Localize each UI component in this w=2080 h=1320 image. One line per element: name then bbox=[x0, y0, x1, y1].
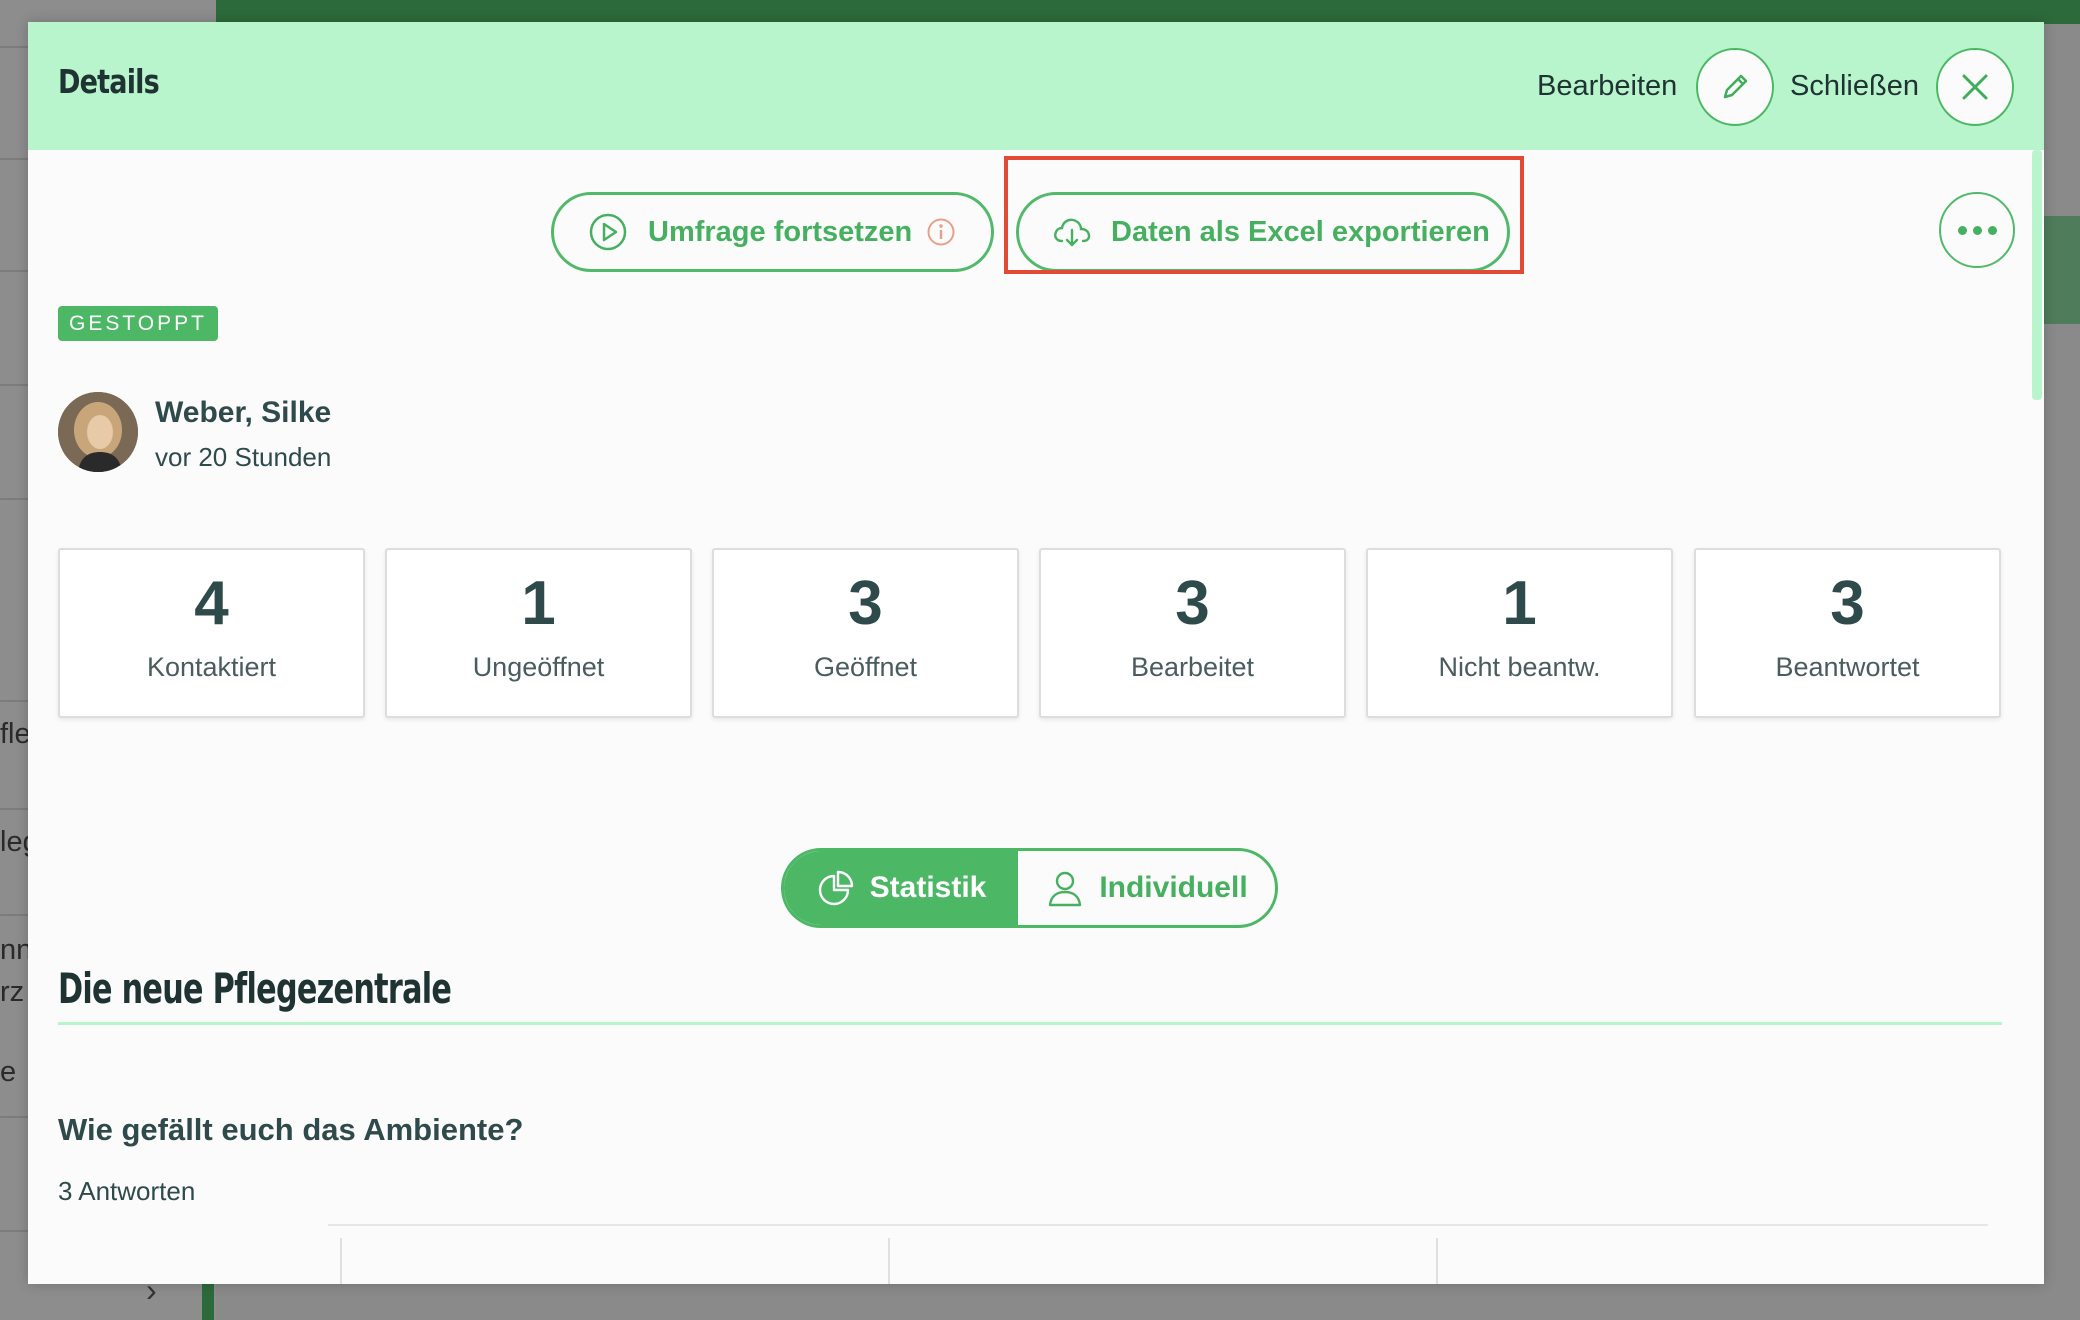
pie-chart-icon bbox=[818, 870, 853, 906]
background-text: fle bbox=[0, 718, 31, 750]
chart-column bbox=[340, 1238, 888, 1284]
user-icon bbox=[1049, 871, 1082, 907]
stat-value: 4 bbox=[194, 569, 229, 638]
background-text: rz bbox=[0, 976, 25, 1008]
stat-card-opened[interactable]: 3 Geöffnet bbox=[712, 548, 1019, 718]
edit-label[interactable]: Bearbeiten bbox=[1537, 70, 1677, 103]
continue-survey-label: Umfrage fortsetzen bbox=[648, 215, 913, 248]
stat-label: Kontaktiert bbox=[146, 652, 277, 682]
tab-individual[interactable]: Individuell bbox=[1018, 851, 1275, 925]
close-icon bbox=[1962, 74, 1988, 100]
modal-header: Details Bearbeiten Schließen bbox=[28, 22, 2044, 150]
stat-value: 3 bbox=[1830, 569, 1865, 638]
pencil-icon bbox=[1723, 74, 1748, 99]
view-toggle: Statistik Individuell bbox=[781, 848, 1278, 928]
more-dots-icon bbox=[1957, 225, 1967, 235]
stat-label: Beantwortet bbox=[1775, 652, 1920, 682]
more-options-button[interactable] bbox=[1939, 192, 2015, 268]
author-name: Weber, Silke bbox=[155, 396, 332, 429]
stat-label: Geöffnet bbox=[813, 652, 918, 682]
background-strip bbox=[202, 1280, 214, 1320]
tab-individual-label: Individuell bbox=[1099, 871, 1248, 904]
stat-card-unopened[interactable]: 1 Ungeöffnet bbox=[385, 548, 692, 718]
background-text: e bbox=[0, 1056, 17, 1088]
chart-column bbox=[888, 1238, 1436, 1284]
play-icon bbox=[588, 212, 628, 252]
chart-column bbox=[1436, 1238, 1984, 1284]
stat-card-answered[interactable]: 3 Beantwortet bbox=[1694, 548, 2001, 718]
stat-card-edited[interactable]: 3 Bearbeitet bbox=[1039, 548, 1346, 718]
author-time: vor 20 Stunden bbox=[155, 442, 332, 472]
highlight-frame bbox=[1004, 156, 1524, 274]
modal-title: Details bbox=[58, 62, 160, 101]
stats-row: 4 Kontaktiert 1 Ungeöffnet 3 Geöffnet 3 … bbox=[58, 548, 2002, 718]
question-title: Wie gefällt euch das Ambiente? bbox=[58, 1112, 524, 1147]
avatar bbox=[58, 392, 138, 472]
status-badge: GESTOPPT bbox=[58, 306, 218, 341]
stat-card-not-answered[interactable]: 1 Nicht beantw. bbox=[1366, 548, 1673, 718]
answer-count: 3 Antworten bbox=[58, 1176, 196, 1206]
stat-label: Bearbeitet bbox=[1130, 652, 1255, 682]
tab-statistics-label: Statistik bbox=[869, 871, 987, 904]
section-divider bbox=[58, 1022, 2002, 1025]
stat-value: 3 bbox=[848, 569, 883, 638]
info-icon[interactable] bbox=[926, 217, 956, 247]
answer-chart bbox=[328, 1224, 1988, 1284]
close-label[interactable]: Schließen bbox=[1790, 70, 1919, 103]
stat-label: Ungeöffnet bbox=[472, 652, 605, 682]
details-modal: Details Bearbeiten Schließen Umfrage for… bbox=[28, 22, 2044, 1284]
continue-survey-button[interactable]: Umfrage fortsetzen bbox=[551, 192, 994, 272]
background-panel bbox=[2044, 216, 2080, 324]
more-dots-icon bbox=[1987, 225, 1997, 235]
stat-value: 1 bbox=[521, 569, 556, 638]
section-title: Die neue Pflegezentrale bbox=[58, 964, 452, 1013]
stat-card-contacted[interactable]: 4 Kontaktiert bbox=[58, 548, 365, 718]
stat-value: 3 bbox=[1175, 569, 1210, 638]
tab-statistics[interactable]: Statistik bbox=[784, 851, 1018, 925]
stat-value: 1 bbox=[1502, 569, 1537, 638]
close-button[interactable] bbox=[1936, 48, 2014, 126]
stat-label: Nicht beantw. bbox=[1438, 652, 1601, 682]
scrollbar[interactable] bbox=[2032, 150, 2042, 400]
edit-button[interactable] bbox=[1696, 48, 1774, 126]
more-dots-icon bbox=[1972, 225, 1982, 235]
background-topbar bbox=[216, 0, 2080, 24]
